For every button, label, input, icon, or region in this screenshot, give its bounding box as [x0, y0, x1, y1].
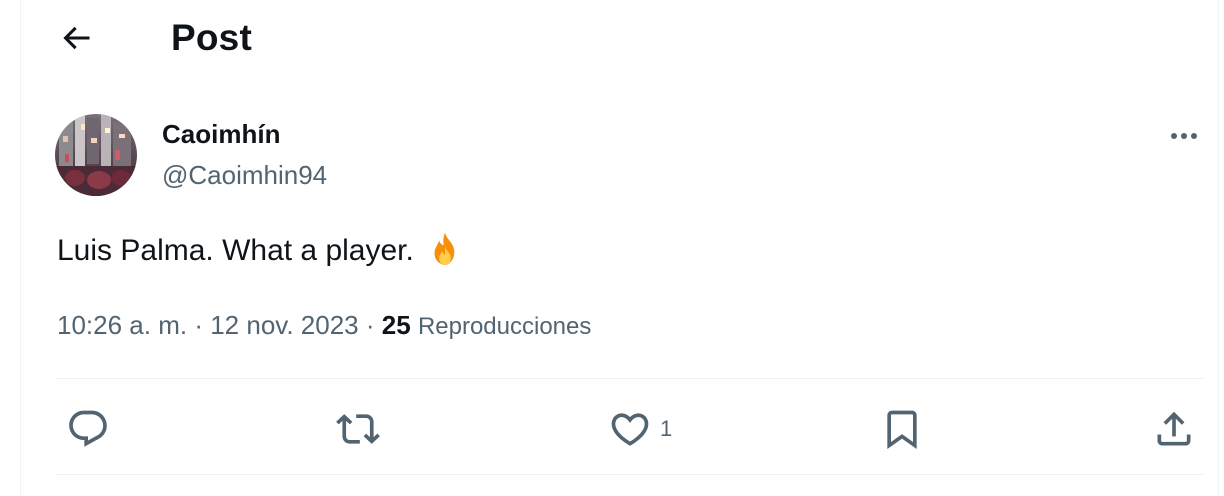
column-border-right	[1218, 0, 1219, 496]
meta-separator: ·	[365, 310, 375, 340]
repost-button[interactable]	[336, 404, 380, 454]
post-time[interactable]: 10:26 a. m.	[57, 310, 187, 340]
divider-bottom	[55, 474, 1205, 475]
back-button[interactable]	[54, 16, 98, 60]
page-title: Post	[171, 17, 252, 58]
author-display-name[interactable]: Caoimhín	[162, 117, 280, 151]
heart-icon	[611, 413, 649, 446]
post-text: Luis Palma. What a player.	[57, 234, 414, 267]
meta-separator: ·	[194, 310, 203, 340]
reply-icon	[69, 410, 107, 447]
column-border-left	[20, 0, 21, 496]
divider-top	[55, 378, 1205, 379]
avatar-image	[55, 114, 137, 196]
more-options-button[interactable]	[1162, 118, 1206, 154]
share-button[interactable]	[1152, 404, 1196, 454]
bookmark-button[interactable]	[880, 404, 924, 454]
share-icon	[1157, 411, 1191, 446]
post-text-container: Luis Palma. What a player.	[57, 230, 466, 272]
views-count: 25	[381, 310, 411, 340]
fire-icon	[434, 232, 455, 265]
like-count: 1	[660, 416, 673, 441]
repost-icon	[336, 414, 380, 444]
post-meta: 10:26 a. m. · 12 nov. 2023 · 25 Reproduc…	[57, 308, 591, 344]
like-button[interactable]: 1	[608, 404, 672, 454]
post-date[interactable]: 12 nov. 2023	[210, 310, 358, 340]
post-detail-view: Post Caoimhín @Caoimhin94 Luis Palma. Wh…	[0, 0, 1224, 496]
more-icon	[1171, 133, 1197, 139]
author-handle[interactable]: @Caoimhin94	[162, 158, 327, 192]
reply-button[interactable]	[66, 404, 110, 454]
bookmark-icon	[887, 410, 917, 450]
views-label: Reproducciones	[417, 313, 592, 340]
avatar[interactable]	[55, 114, 137, 196]
arrow-left-icon	[63, 26, 90, 50]
